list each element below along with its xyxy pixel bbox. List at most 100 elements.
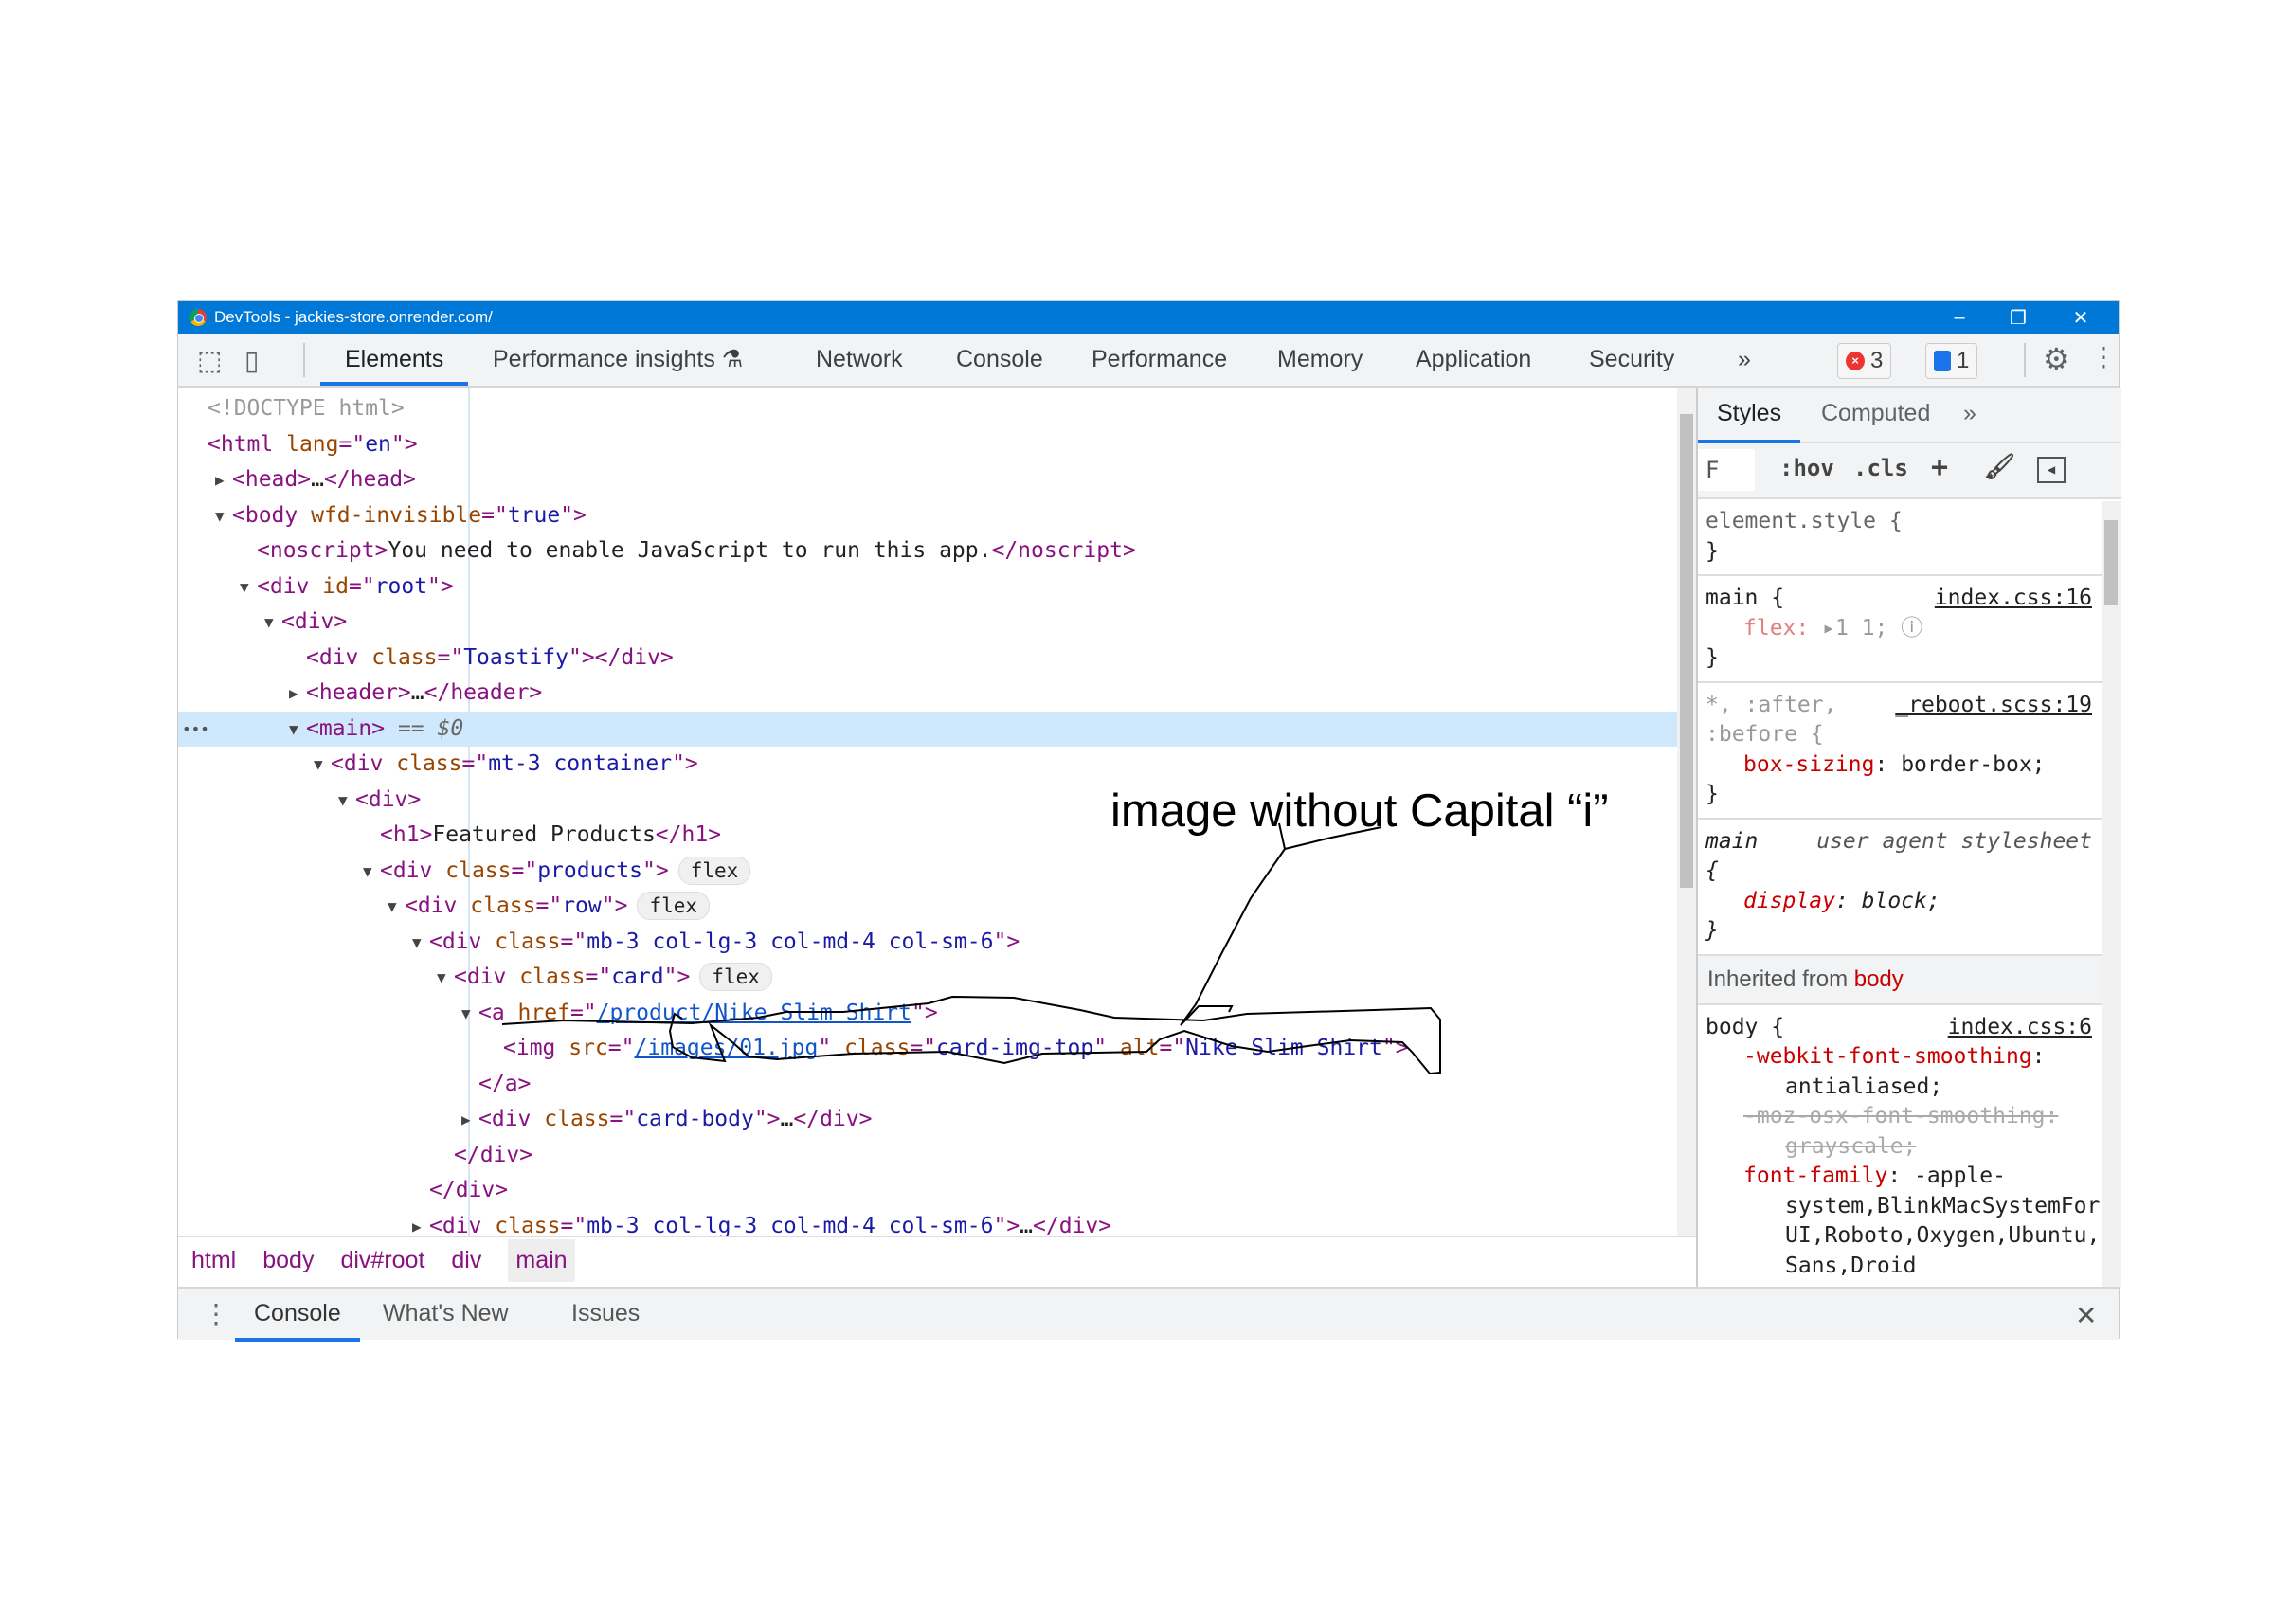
property-name[interactable]: flex:: [1743, 616, 1809, 641]
property-name[interactable]: box-sizing: [1743, 752, 1874, 777]
property-name[interactable]: font-family: [1743, 1164, 1887, 1188]
dom-node[interactable]: ▶ <header>…</header>: [178, 676, 1677, 712]
drawer-tab-console[interactable]: Console: [235, 1289, 360, 1342]
collapse-triangle-icon[interactable]: ▼: [240, 569, 249, 605]
overridden-property[interactable]: -moz-osx-font-smoothing:: [1743, 1104, 2058, 1128]
dom-node[interactable]: ▼ <a href="/product/Nike Slim Shirt">: [178, 996, 1677, 1032]
dom-node[interactable]: ▼ <div class="products"> flex: [178, 854, 1677, 890]
breadcrumb-div-root[interactable]: div#root: [340, 1247, 424, 1274]
toggle-sidebar-icon[interactable]: ◀: [2037, 457, 2066, 483]
token-link[interactable]: /product/Nike Slim Shirt: [597, 1001, 911, 1025]
collapse-triangle-icon[interactable]: ▼: [264, 604, 274, 641]
collapse-triangle-icon[interactable]: ▼: [388, 889, 397, 925]
elements-scrollbar[interactable]: [1677, 388, 1696, 1236]
dom-node[interactable]: <img src="/images/01.jpg" class="card-im…: [178, 1031, 1677, 1067]
tab-styles[interactable]: Styles: [1698, 388, 1801, 443]
flex-badge[interactable]: flex: [677, 856, 751, 885]
dom-node[interactable]: <html lang="en">: [178, 427, 1677, 463]
property-value[interactable]: border-box;: [1887, 752, 2045, 777]
dom-node[interactable]: ▼ <div class="row"> flex: [178, 889, 1677, 925]
collapse-triangle-icon[interactable]: ▼: [215, 498, 225, 534]
dom-node[interactable]: ▶ <div class="card-body">…</div>: [178, 1102, 1677, 1138]
more-tabs-button[interactable]: »: [1738, 334, 1751, 386]
dom-node[interactable]: </div>: [178, 1173, 1677, 1209]
property-value[interactable]: -apple-: [1901, 1164, 2006, 1188]
more-side-tabs-button[interactable]: »: [1963, 388, 1976, 443]
errors-badge[interactable]: × 3: [1837, 343, 1892, 379]
tab-computed[interactable]: Computed: [1821, 388, 1930, 443]
messages-badge[interactable]: 1: [1925, 343, 1978, 379]
source-link[interactable]: _reboot.scss:19: [1895, 691, 2092, 721]
minimize-button[interactable]: –: [1931, 301, 1988, 334]
dom-node[interactable]: ▼ <div id="root">: [178, 569, 1677, 605]
dom-node[interactable]: </div>: [178, 1138, 1677, 1174]
collapse-triangle-icon[interactable]: ▼: [363, 854, 372, 890]
breadcrumb-div[interactable]: div: [451, 1247, 481, 1274]
tab-performance[interactable]: Performance: [1092, 334, 1227, 386]
close-drawer-icon[interactable]: ✕: [2075, 1300, 2097, 1331]
token-link[interactable]: /images/01.jpg: [635, 1036, 819, 1060]
expand-triangle-icon[interactable]: ▶: [412, 1209, 422, 1236]
dom-node[interactable]: ▼ <div class="mb-3 col-lg-3 col-md-4 col-…: [178, 925, 1677, 961]
tab-console[interactable]: Console: [956, 334, 1043, 386]
tab-memory[interactable]: Memory: [1277, 334, 1363, 386]
cls-button[interactable]: .cls: [1853, 455, 1908, 481]
dom-node[interactable]: <!DOCTYPE html>: [178, 391, 1677, 427]
dom-node-selected[interactable]: ••• ▼ <main> == $0: [178, 711, 1677, 748]
more-options-icon[interactable]: ⋮: [2090, 341, 2117, 372]
collapse-triangle-icon[interactable]: ▼: [289, 712, 298, 748]
overridden-value[interactable]: grayscale;: [1785, 1134, 1916, 1159]
drawer-tab-issues[interactable]: Issues: [571, 1289, 640, 1342]
source-link[interactable]: index.css:16: [1935, 584, 2092, 614]
dom-node[interactable]: </a>: [178, 1067, 1677, 1103]
breadcrumb-html[interactable]: html: [191, 1247, 236, 1274]
collapse-triangle-icon[interactable]: ▼: [461, 996, 471, 1032]
dom-node[interactable]: ▼ <div class="mt-3 container">: [178, 747, 1677, 783]
source-link[interactable]: index.css:6: [1948, 1013, 2092, 1043]
new-rule-plus-icon[interactable]: +: [1931, 451, 1948, 484]
collapse-triangle-icon[interactable]: ▼: [412, 925, 422, 961]
dom-node[interactable]: ▶ <div class="mb-3 col-lg-3 col-md-4 col-…: [178, 1209, 1677, 1236]
expand-arrow-icon[interactable]: ▸: [1822, 616, 1835, 641]
breadcrumb-body[interactable]: body: [262, 1247, 314, 1274]
tab-performance-insights[interactable]: Performance insights ⚗: [493, 334, 743, 386]
tab-application[interactable]: Application: [1416, 334, 1531, 386]
dom-node[interactable]: <noscript>You need to enable JavaScript …: [178, 533, 1677, 569]
collapse-triangle-icon[interactable]: ▼: [338, 783, 348, 819]
dom-node[interactable]: <div class="Toastify"></div>: [178, 641, 1677, 677]
property-value[interactable]: antialiased;: [1706, 1073, 2092, 1103]
paint-brush-icon[interactable]: 🖌: [1984, 453, 2015, 481]
flex-badge[interactable]: flex: [637, 892, 711, 920]
inherited-element-link[interactable]: body: [1854, 966, 1904, 992]
expand-triangle-icon[interactable]: ▶: [289, 676, 298, 712]
property-value[interactable]: UI,Roboto,Oxygen,Ubuntu,: [1706, 1221, 2100, 1252]
inspect-element-icon[interactable]: ⬚: [197, 345, 222, 376]
dom-node[interactable]: ▼ <div class="card"> flex: [178, 960, 1677, 996]
dom-node[interactable]: ▼ <body wfd-invisible="true">: [178, 498, 1677, 534]
dom-node[interactable]: ▶ <head>…</head>: [178, 462, 1677, 498]
expand-triangle-icon[interactable]: ▶: [215, 462, 225, 498]
hov-button[interactable]: :hov: [1779, 455, 1834, 481]
settings-gear-icon[interactable]: ⚙: [2043, 341, 2070, 377]
restore-button[interactable]: ❐: [1990, 301, 2047, 334]
tab-security[interactable]: Security: [1589, 334, 1674, 386]
tab-elements[interactable]: Elements: [320, 334, 469, 386]
property-value[interactable]: Sans,Droid: [1706, 1252, 2092, 1282]
property-value[interactable]: 1 1;: [1835, 616, 1887, 641]
breadcrumb-main[interactable]: main: [508, 1239, 575, 1282]
property-name[interactable]: -webkit-font-smoothing: [1743, 1044, 2032, 1069]
expand-triangle-icon[interactable]: ▶: [461, 1102, 471, 1138]
device-toolbar-icon[interactable]: ▯: [244, 345, 259, 376]
filter-input[interactable]: F: [1698, 449, 1755, 491]
info-icon[interactable]: ⓘ: [1901, 616, 1922, 641]
collapse-triangle-icon[interactable]: ▼: [314, 747, 323, 783]
flex-badge[interactable]: flex: [699, 963, 772, 991]
close-window-button[interactable]: ✕: [2052, 301, 2109, 334]
collapse-triangle-icon[interactable]: ▼: [437, 960, 446, 996]
drawer-tab-whats-new[interactable]: What's New: [383, 1289, 509, 1342]
styles-scrollbar[interactable]: [2102, 501, 2121, 1287]
drawer-menu-icon[interactable]: ⋮: [203, 1298, 229, 1329]
dom-node[interactable]: ▼ <div>: [178, 604, 1677, 641]
scrollbar-thumb[interactable]: [2104, 520, 2118, 605]
scrollbar-thumb[interactable]: [1680, 414, 1693, 888]
